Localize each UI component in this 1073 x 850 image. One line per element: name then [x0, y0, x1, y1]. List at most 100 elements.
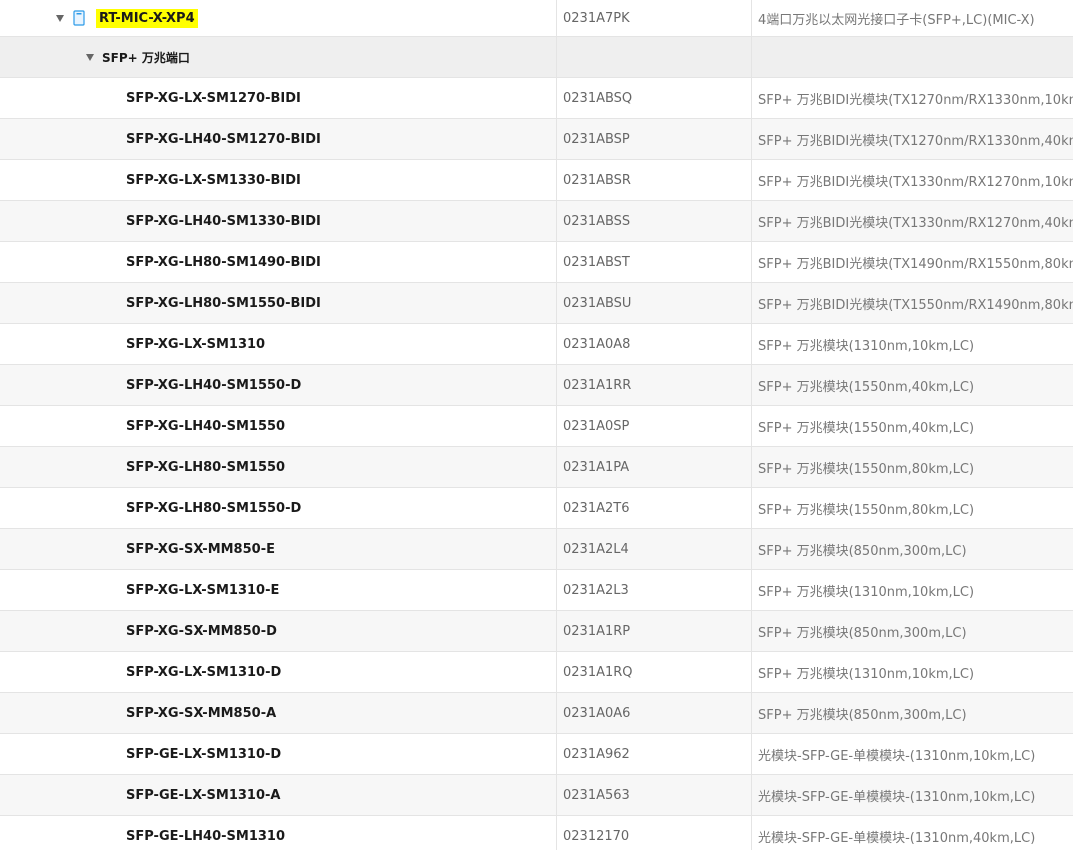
item-desc-cell: SFP+ 万兆模块(1550nm,80km,LC) [751, 488, 1073, 528]
item-code-cell: 0231A1RQ [556, 652, 751, 692]
table-row[interactable]: SFP-XG-LH80-SM1550-BIDI 0231ABSU SFP+ 万兆BI… [0, 283, 1073, 324]
group-name-label: SFP+ 万兆端口 [102, 50, 190, 65]
item-name-label: SFP-XG-LX-SM1310 [126, 336, 266, 352]
item-name-cell: SFP-XG-LX-SM1310-E [0, 570, 556, 610]
item-code-cell: 0231ABSR [556, 160, 751, 200]
item-name-cell: SFP-XG-LX-SM1330-BIDI [0, 160, 556, 200]
item-code-cell: 0231A1PA [556, 447, 751, 487]
item-name-cell: SFP-XG-LX-SM1310-D [0, 652, 556, 692]
item-code-cell: 0231A1RP [556, 611, 751, 651]
table-row[interactable]: SFP-XG-SX-MM850-D 0231A1RP SFP+ 万兆模块(850nm… [0, 611, 1073, 652]
item-desc-cell: 光模块-SFP-GE-单模模块-(1310nm,10km,LC) [751, 775, 1073, 815]
item-name-label: SFP-XG-SX-MM850-D [126, 623, 277, 639]
item-desc-cell: SFP+ 万兆BIDI光模块(TX1550nm/RX1490nm,80km,LC… [751, 283, 1073, 323]
table-row[interactable]: SFP-XG-LH80-SM1550 0231A1PA SFP+ 万兆模块(1550… [0, 447, 1073, 488]
tree-row-root[interactable]: RT-MIC-X-XP4 0231A7PK 4端口万兆以太网光接口子卡(SFP+… [0, 0, 1073, 37]
item-name-label: SFP-XG-LH80-SM1550-D [126, 500, 302, 516]
item-name-cell: SFP-XG-SX-MM850-D [0, 611, 556, 651]
item-desc-cell: 光模块-SFP-GE-单模模块-(1310nm,40km,LC) [751, 816, 1073, 850]
item-name-label: SFP-XG-LX-SM1310-E [126, 582, 280, 598]
table-row[interactable]: SFP-XG-LX-SM1310-D 0231A1RQ SFP+ 万兆模块(1310… [0, 652, 1073, 693]
item-name-label: SFP-XG-SX-MM850-A [126, 705, 277, 721]
group-desc-cell [751, 37, 1073, 77]
item-code-cell: 0231ABST [556, 242, 751, 282]
item-desc-cell: SFP+ 万兆BIDI光模块(TX1270nm/RX1330nm,10km,LC… [751, 78, 1073, 118]
item-name-label: SFP-XG-LX-SM1270-BIDI [126, 90, 301, 106]
item-name-label: SFP-XG-LH80-SM1550 [126, 459, 286, 475]
table-row[interactable]: SFP-XG-LH80-SM1550-D 0231A2T6 SFP+ 万兆模块(15… [0, 488, 1073, 529]
table-row[interactable]: SFP-XG-LH40-SM1270-BIDI 0231ABSP SFP+ 万兆BI… [0, 119, 1073, 160]
table-row[interactable]: SFP-XG-SX-MM850-E 0231A2L4 SFP+ 万兆模块(850nm… [0, 529, 1073, 570]
item-desc-cell: SFP+ 万兆模块(1550nm,40km,LC) [751, 406, 1073, 446]
item-desc-cell: SFP+ 万兆模块(1550nm,40km,LC) [751, 365, 1073, 405]
item-desc-cell: SFP+ 万兆模块(1310nm,10km,LC) [751, 324, 1073, 364]
item-code-cell: 0231A2T6 [556, 488, 751, 528]
item-code-cell: 0231A0A8 [556, 324, 751, 364]
item-code-cell: 0231A0A6 [556, 693, 751, 733]
item-code-cell: 0231A563 [556, 775, 751, 815]
root-code-cell: 0231A7PK [556, 0, 751, 36]
table-row[interactable]: SFP-XG-LX-SM1310 0231A0A8 SFP+ 万兆模块(1310nm… [0, 324, 1073, 365]
item-name-cell: SFP-XG-LX-SM1310 [0, 324, 556, 364]
root-name-label: RT-MIC-X-XP4 [96, 8, 198, 28]
item-desc-cell: SFP+ 万兆BIDI光模块(TX1330nm/RX1270nm,10km,LC… [751, 160, 1073, 200]
item-name-cell: SFP-XG-LH80-SM1490-BIDI [0, 242, 556, 282]
table-row[interactable]: SFP-GE-LX-SM1310-A 0231A563 光模块-SFP-GE-单模模… [0, 775, 1073, 816]
item-name-cell: SFP-XG-LH40-SM1550 [0, 406, 556, 446]
table-row[interactable]: SFP-XG-LH40-SM1550-D 0231A1RR SFP+ 万兆模块(15… [0, 365, 1073, 406]
item-name-label: SFP-XG-LH40-SM1270-BIDI [126, 131, 321, 147]
item-name-label: SFP-XG-LH40-SM1550-D [126, 377, 302, 393]
group-code-cell [556, 37, 751, 77]
item-name-label: SFP-XG-LH80-SM1490-BIDI [126, 254, 321, 270]
item-name-cell: SFP-XG-LH40-SM1330-BIDI [0, 201, 556, 241]
table-row[interactable]: SFP-XG-SX-MM850-A 0231A0A6 SFP+ 万兆模块(850nm… [0, 693, 1073, 734]
item-desc-cell: 光模块-SFP-GE-单模模块-(1310nm,10km,LC) [751, 734, 1073, 774]
item-name-label: SFP-GE-LX-SM1310-A [126, 787, 281, 803]
item-desc-cell: SFP+ 万兆模块(1310nm,10km,LC) [751, 570, 1073, 610]
item-code-cell: 0231A2L3 [556, 570, 751, 610]
table-row[interactable]: SFP-XG-LH40-SM1550 0231A0SP SFP+ 万兆模块(1550… [0, 406, 1073, 447]
item-code-cell: 0231ABSQ [556, 78, 751, 118]
root-name-cell: RT-MIC-X-XP4 [0, 0, 556, 36]
item-name-cell: SFP-XG-LX-SM1270-BIDI [0, 78, 556, 118]
item-desc-cell: SFP+ 万兆模块(1550nm,80km,LC) [751, 447, 1073, 487]
item-desc-cell: SFP+ 万兆模块(1310nm,10km,LC) [751, 652, 1073, 692]
item-name-cell: SFP-GE-LX-SM1310-A [0, 775, 556, 815]
table-row[interactable]: SFP-XG-LX-SM1330-BIDI 0231ABSR SFP+ 万兆BIDI… [0, 160, 1073, 201]
table-row[interactable]: SFP-GE-LH40-SM1310 02312170 光模块-SFP-GE-单模模… [0, 816, 1073, 850]
card-icon [72, 10, 86, 26]
item-name-cell: SFP-GE-LH40-SM1310 [0, 816, 556, 850]
expand-caret-icon[interactable] [56, 14, 64, 22]
item-desc-cell: SFP+ 万兆BIDI光模块(TX1270nm/RX1330nm,40km,LC… [751, 119, 1073, 159]
item-code-cell: 0231A0SP [556, 406, 751, 446]
table-row[interactable]: SFP-XG-LH40-SM1330-BIDI 0231ABSS SFP+ 万兆BI… [0, 201, 1073, 242]
item-name-cell: SFP-XG-LH80-SM1550 [0, 447, 556, 487]
item-name-cell: SFP-XG-LH80-SM1550-BIDI [0, 283, 556, 323]
table-row[interactable]: SFP-XG-LX-SM1270-BIDI 0231ABSQ SFP+ 万兆BIDI… [0, 78, 1073, 119]
root-desc-cell: 4端口万兆以太网光接口子卡(SFP+,LC)(MIC-X) [751, 0, 1073, 36]
item-name-label: SFP-XG-SX-MM850-E [126, 541, 275, 557]
item-name-label: SFP-GE-LX-SM1310-D [126, 746, 282, 762]
item-desc-cell: SFP+ 万兆模块(850nm,300m,LC) [751, 529, 1073, 569]
item-name-cell: SFP-XG-LH40-SM1270-BIDI [0, 119, 556, 159]
item-rows: SFP-XG-LX-SM1270-BIDI 0231ABSQ SFP+ 万兆BIDI… [0, 78, 1073, 850]
item-desc-cell: SFP+ 万兆模块(850nm,300m,LC) [751, 693, 1073, 733]
item-name-cell: SFP-XG-SX-MM850-E [0, 529, 556, 569]
tree-table: RT-MIC-X-XP4 0231A7PK 4端口万兆以太网光接口子卡(SFP+… [0, 0, 1073, 850]
item-code-cell: 0231A2L4 [556, 529, 751, 569]
table-row[interactable]: SFP-GE-LX-SM1310-D 0231A962 光模块-SFP-GE-单模模… [0, 734, 1073, 775]
item-name-label: SFP-XG-LX-SM1310-D [126, 664, 282, 680]
item-name-cell: SFP-XG-LH40-SM1550-D [0, 365, 556, 405]
expand-caret-icon[interactable] [86, 53, 94, 61]
item-code-cell: 02312170 [556, 816, 751, 850]
table-row[interactable]: SFP-XG-LH80-SM1490-BIDI 0231ABST SFP+ 万兆BI… [0, 242, 1073, 283]
item-name-label: SFP-XG-LH80-SM1550-BIDI [126, 295, 321, 311]
item-name-cell: SFP-XG-SX-MM850-A [0, 693, 556, 733]
item-code-cell: 0231A1RR [556, 365, 751, 405]
item-name-cell: SFP-XG-LH80-SM1550-D [0, 488, 556, 528]
item-desc-cell: SFP+ 万兆BIDI光模块(TX1490nm/RX1550nm,80km,LC… [751, 242, 1073, 282]
tree-row-group[interactable]: SFP+ 万兆端口 [0, 37, 1073, 78]
table-row[interactable]: SFP-XG-LX-SM1310-E 0231A2L3 SFP+ 万兆模块(1310… [0, 570, 1073, 611]
item-name-label: SFP-XG-LX-SM1330-BIDI [126, 172, 301, 188]
item-name-label: SFP-GE-LH40-SM1310 [126, 828, 286, 844]
